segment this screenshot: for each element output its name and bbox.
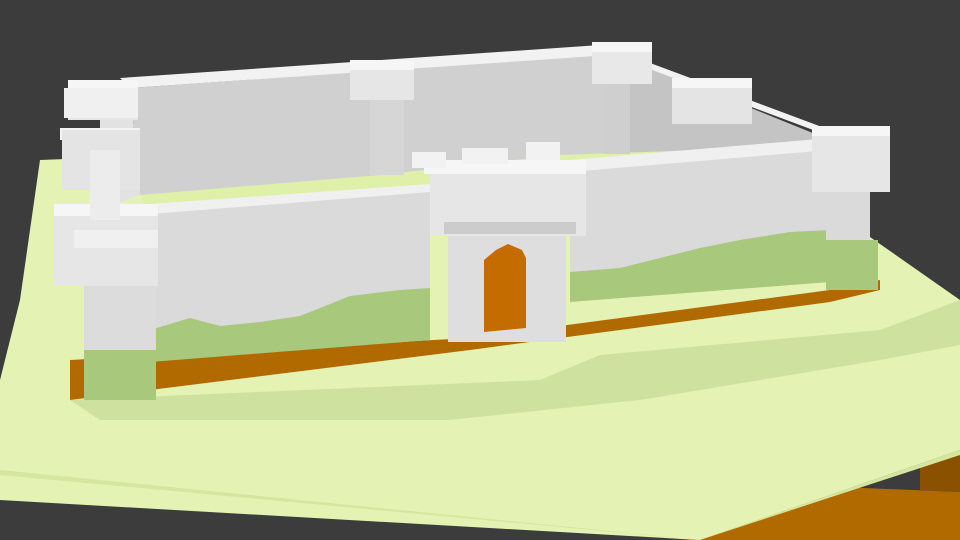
tower-right-mid <box>672 78 752 124</box>
gate-door <box>484 244 526 332</box>
castle-render <box>0 0 960 540</box>
3d-viewport <box>0 0 960 540</box>
